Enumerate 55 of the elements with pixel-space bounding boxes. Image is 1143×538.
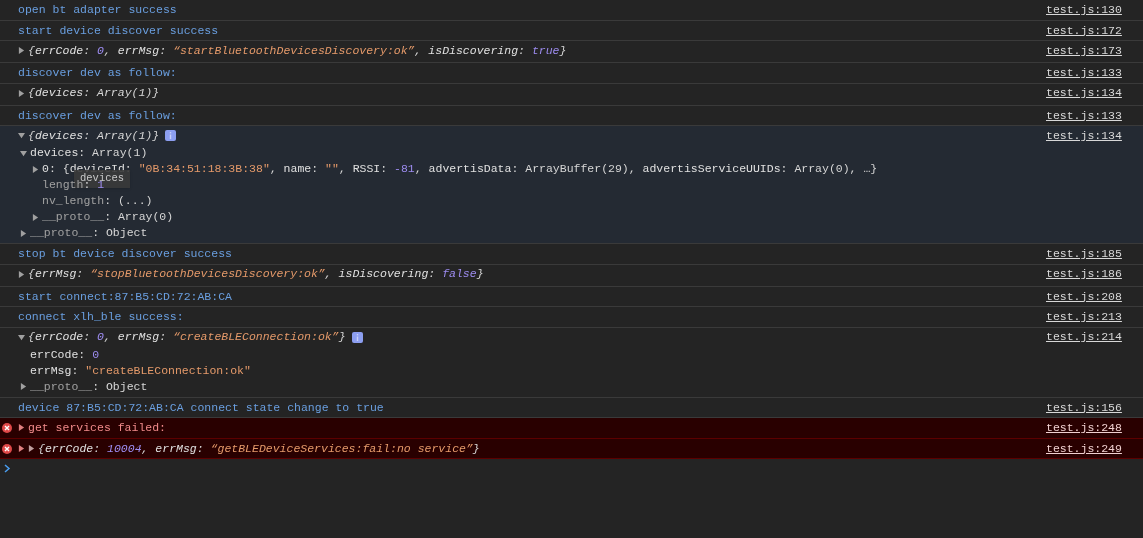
- log-message: device 87:B5:CD:72:AB:CA connect state change to true: [18, 399, 384, 416]
- source-link[interactable]: test.js:249: [1046, 439, 1143, 457]
- property-line: __proto__: Object: [30, 225, 148, 242]
- log-message: open bt adapter success: [18, 2, 177, 19]
- log-message: connect xlh_ble success:: [18, 309, 184, 326]
- collapsed-arrow-icon[interactable]: [20, 383, 27, 390]
- expanded-arrow-icon[interactable]: [18, 132, 25, 139]
- collapsed-arrow-icon[interactable]: [18, 89, 25, 97]
- source-link[interactable]: test.js:134: [1046, 84, 1143, 102]
- collapsed-arrow-icon[interactable]: [18, 444, 25, 452]
- log-message: stop bt device discover success: [18, 246, 232, 263]
- error-icon: [2, 443, 12, 454]
- property-line: __proto__: Array(0): [42, 209, 174, 226]
- info-icon[interactable]: [165, 130, 177, 141]
- source-link[interactable]: test.js:173: [1046, 41, 1143, 60]
- source-link[interactable]: test.js:130: [1046, 1, 1143, 19]
- error-object-summary: {errCode: 10004, errMsg: “getBLEDeviceServices:fail:no service”}: [38, 440, 480, 457]
- property-line: errCode: 0: [30, 346, 100, 363]
- prompt-chevron-icon[interactable]: [4, 463, 11, 473]
- error-message: get services failed:: [28, 420, 167, 437]
- collapsed-arrow-icon[interactable]: [18, 424, 25, 432]
- source-link[interactable]: test.js:214: [1046, 328, 1143, 346]
- object-summary: {errCode: 0, errMsg: “createBLEConnection:ok”}: [28, 329, 346, 346]
- source-link[interactable]: test.js:172: [1046, 21, 1143, 39]
- source-link[interactable]: test.js:133: [1046, 106, 1143, 124]
- collapsed-arrow-icon[interactable]: [28, 444, 35, 452]
- log-message: discover dev as follow:: [18, 65, 177, 82]
- object-summary: {devices: Array(1)}: [28, 127, 160, 144]
- expanded-arrow-icon[interactable]: [20, 149, 27, 157]
- source-link[interactable]: test.js:185: [1046, 245, 1143, 263]
- info-icon[interactable]: [351, 331, 363, 343]
- expanded-arrow-icon[interactable]: [18, 333, 25, 341]
- source-link[interactable]: test.js:248: [1046, 419, 1143, 437]
- collapsed-arrow-icon[interactable]: [18, 270, 25, 278]
- source-link[interactable]: test.js:134: [1046, 126, 1143, 145]
- source-link[interactable]: test.js:208: [1046, 287, 1143, 305]
- source-link[interactable]: test.js:213: [1046, 308, 1143, 326]
- source-link[interactable]: test.js:186: [1046, 265, 1143, 283]
- object-summary: {errCode: 0, errMsg: “startBluetoothDevicesDiscovery:ok”, isDiscovering: true}: [28, 42, 567, 59]
- source-link[interactable]: test.js:156: [1046, 398, 1143, 416]
- error-icon: [2, 423, 12, 433]
- property-line: nv_length: (...): [42, 193, 153, 210]
- collapsed-arrow-icon[interactable]: [32, 213, 39, 221]
- collapsed-arrow-icon[interactable]: [32, 165, 39, 173]
- source-link[interactable]: test.js:133: [1046, 64, 1143, 82]
- object-summary: {devices: Array(1)}: [28, 85, 160, 102]
- log-message: start device discover success: [18, 22, 219, 39]
- log-message: discover dev as follow:: [18, 107, 177, 124]
- property-line: errMsg: "createBLEConnection:ok": [30, 362, 251, 379]
- object-summary: {errMsg: “stopBluetoothDevicesDiscovery:ok”, isDiscovering: false}: [28, 266, 484, 283]
- collapsed-arrow-icon[interactable]: [20, 229, 27, 237]
- property-line: devices: Array(1): [30, 145, 148, 162]
- collapsed-arrow-icon[interactable]: [18, 47, 25, 54]
- property-line: __proto__: Object: [30, 378, 148, 395]
- log-message: start connect:87:B5:CD:72:AB:CA: [18, 288, 232, 305]
